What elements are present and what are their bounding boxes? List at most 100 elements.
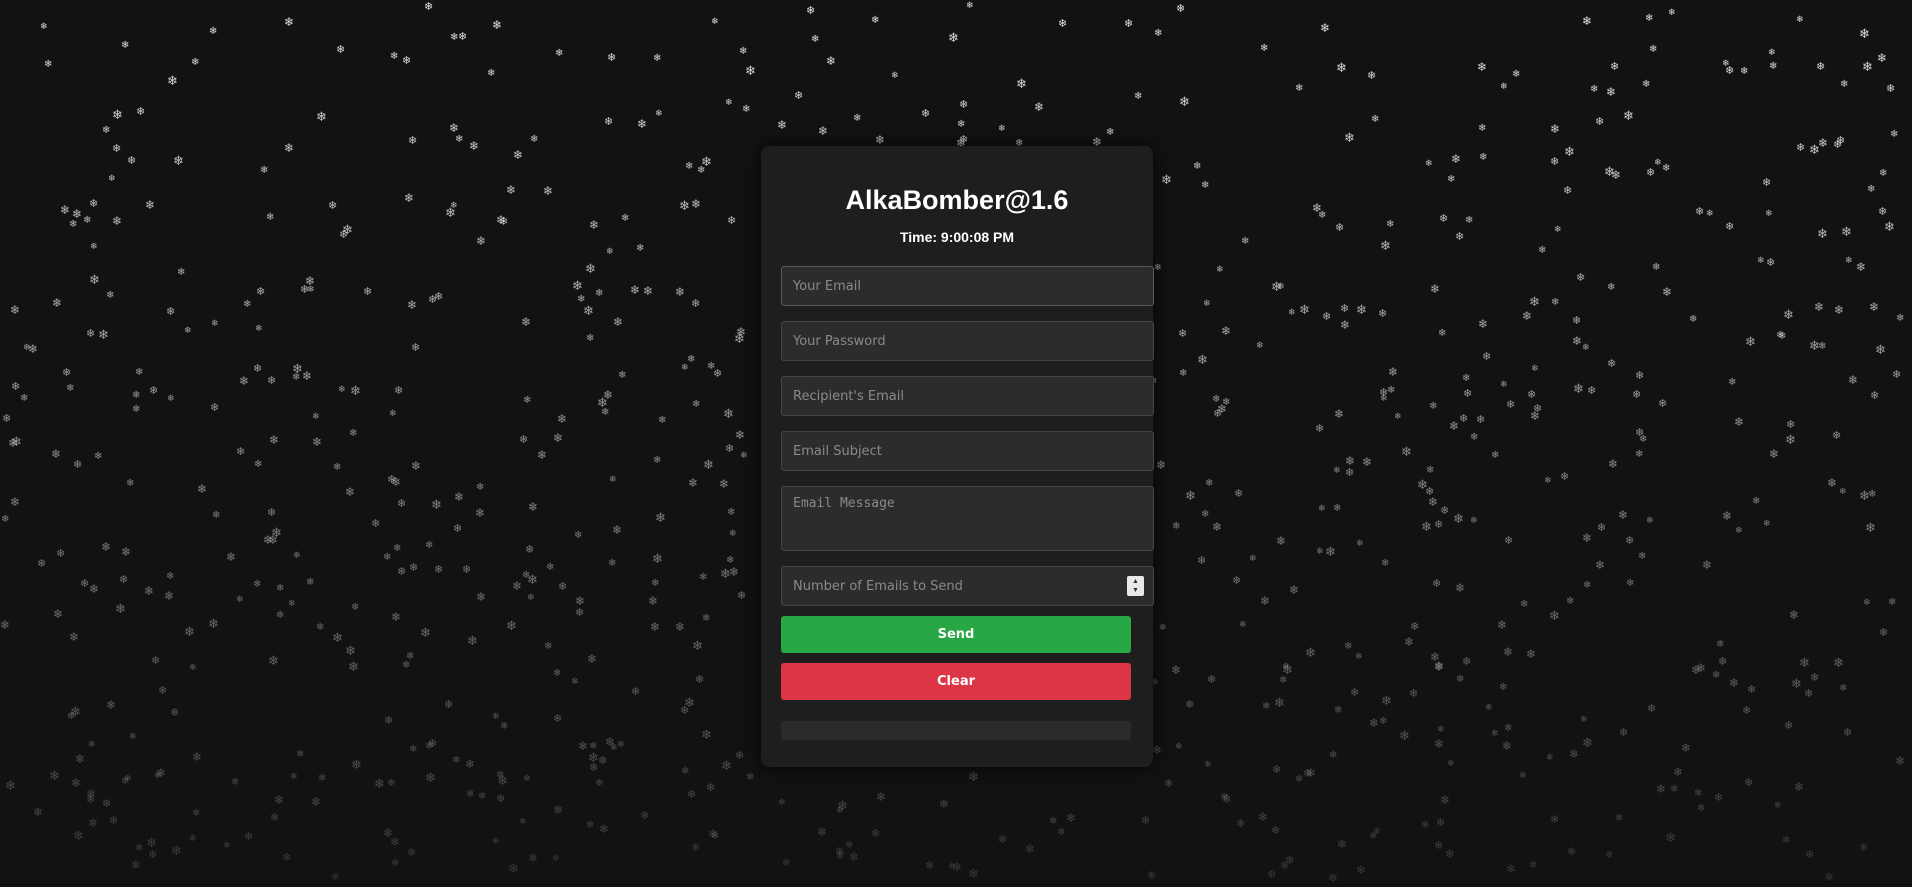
snowflake-icon: ❄	[391, 610, 402, 624]
snowflake-icon: ❄	[462, 563, 472, 576]
snowflake-icon: ❄	[691, 297, 701, 310]
your-email-input[interactable]	[781, 266, 1154, 306]
snowflake-icon: ❄	[1646, 516, 1654, 526]
snowflake-icon: ❄	[2, 412, 12, 425]
snowflake-icon: ❄	[782, 858, 791, 869]
snowflake-icon: ❄	[293, 551, 301, 561]
snowflake-icon: ❄	[10, 495, 21, 509]
snowflake-icon: ❄	[707, 361, 716, 372]
snowflake-icon: ❄	[1804, 687, 1814, 700]
snowflake-icon: ❄	[121, 40, 130, 51]
snowflake-icon: ❄	[1735, 526, 1743, 536]
snowflake-icon: ❄	[350, 384, 361, 399]
snowflake-icon: ❄	[1714, 791, 1724, 804]
snowflake-icon: ❄	[1201, 180, 1210, 191]
snowflake-icon: ❄	[734, 332, 745, 347]
snowflake-icon: ❄	[1506, 398, 1516, 411]
snowflake-icon: ❄	[496, 792, 506, 805]
snowflake-icon: ❄	[1566, 596, 1575, 607]
snowflake-icon: ❄	[521, 315, 532, 329]
snowflake-icon: ❄	[1256, 341, 1264, 351]
snowflake-icon: ❄	[1249, 554, 1257, 564]
snowflake-icon: ❄	[681, 363, 689, 373]
snowflake-icon: ❄	[210, 401, 220, 414]
snowflake-icon: ❄	[383, 826, 394, 840]
snowflake-icon: ❄	[613, 315, 624, 329]
snowflake-icon: ❄	[651, 578, 660, 589]
snowflake-icon: ❄	[109, 814, 119, 827]
snowflake-icon: ❄	[1394, 412, 1402, 422]
snowflake-icon: ❄	[8, 436, 19, 450]
clear-button[interactable]: Clear	[781, 663, 1131, 700]
snowflake-icon: ❄	[424, 0, 434, 13]
snowflake-icon: ❄	[476, 590, 487, 604]
snowflake-icon: ❄	[1796, 141, 1806, 154]
snowflake-icon: ❄	[1888, 597, 1897, 608]
snowflake-icon: ❄	[1057, 827, 1066, 838]
snowflake-icon: ❄	[290, 772, 298, 782]
snowflake-icon: ❄	[132, 404, 141, 415]
snowflake-icon: ❄	[1378, 307, 1388, 320]
snowflake-icon: ❄	[966, 1, 974, 11]
snowflake-icon: ❄	[1818, 136, 1829, 150]
snowflake-icon: ❄	[311, 795, 322, 809]
snowflake-icon: ❄	[1504, 723, 1513, 734]
snowflake-icon: ❄	[699, 572, 708, 583]
snowflake-icon: ❄	[60, 203, 71, 217]
snowflake-icon: ❄	[1744, 776, 1754, 789]
snowflake-icon: ❄	[679, 199, 690, 214]
snowflake-icon: ❄	[1355, 652, 1363, 662]
snowflake-icon: ❄	[338, 385, 346, 395]
snowflake-icon: ❄	[390, 51, 399, 62]
snowflake-icon: ❄	[1161, 173, 1172, 188]
snowflake-icon: ❄	[11, 380, 21, 393]
snowflake-icon: ❄	[1652, 262, 1661, 273]
snowflake-icon: ❄	[1839, 487, 1847, 497]
snowflake-icon: ❄	[1867, 184, 1876, 195]
snowflake-icon: ❄	[1388, 365, 1399, 379]
snowflake-icon: ❄	[328, 199, 338, 212]
snowflake-icon: ❄	[1434, 518, 1444, 531]
snowflake-icon: ❄	[1381, 694, 1392, 709]
snowflake-icon: ❄	[254, 459, 263, 470]
snowflake-icon: ❄	[1367, 69, 1377, 82]
snowflake-icon: ❄	[428, 737, 438, 750]
number-stepper[interactable]: ▲ ▼	[1127, 576, 1144, 596]
stepper-down-icon[interactable]: ▼	[1132, 586, 1139, 595]
snowflake-icon: ❄	[1654, 158, 1662, 168]
snowflake-icon: ❄	[1582, 343, 1590, 353]
your-password-input[interactable]	[781, 321, 1154, 361]
snowflake-icon: ❄	[735, 428, 746, 442]
snowflake-icon: ❄	[28, 342, 39, 356]
snowflake-icon: ❄	[1649, 44, 1658, 55]
snowflake-icon: ❄	[508, 862, 519, 877]
email-message-textarea[interactable]	[781, 486, 1154, 551]
snowflake-icon: ❄	[687, 354, 696, 365]
snowflake-icon: ❄	[1632, 388, 1642, 401]
snowflake-icon: ❄	[1438, 328, 1447, 339]
snowflake-icon: ❄	[1839, 683, 1848, 694]
email-count-input[interactable]	[781, 566, 1154, 606]
snowflake-icon: ❄	[1434, 660, 1445, 674]
snowflake-icon: ❄	[408, 134, 418, 147]
snowflake-icon: ❄	[171, 844, 182, 859]
snowflake-icon: ❄	[393, 543, 402, 554]
snowflake-icon: ❄	[1878, 205, 1888, 218]
snowflake-icon: ❄	[575, 606, 585, 619]
snowflake-icon: ❄	[1895, 754, 1906, 768]
snowflake-icon: ❄	[1718, 655, 1728, 668]
snowflake-icon: ❄	[267, 374, 277, 387]
snowflake-icon: ❄	[1141, 814, 1151, 827]
snowflake-icon: ❄	[397, 497, 407, 510]
snowflake-icon: ❄	[948, 31, 959, 46]
email-subject-input[interactable]	[781, 431, 1154, 471]
snowflake-icon: ❄	[296, 749, 305, 760]
send-button[interactable]: Send	[781, 616, 1131, 653]
snowflake-icon: ❄	[305, 274, 316, 288]
snowflake-icon: ❄	[1626, 578, 1635, 589]
snowflake-icon: ❄	[1197, 554, 1207, 567]
snowflake-icon: ❄	[527, 593, 535, 603]
snowflake-icon: ❄	[1500, 82, 1508, 92]
recipient-email-input[interactable]	[781, 376, 1154, 416]
stepper-up-icon[interactable]: ▲	[1132, 577, 1139, 586]
